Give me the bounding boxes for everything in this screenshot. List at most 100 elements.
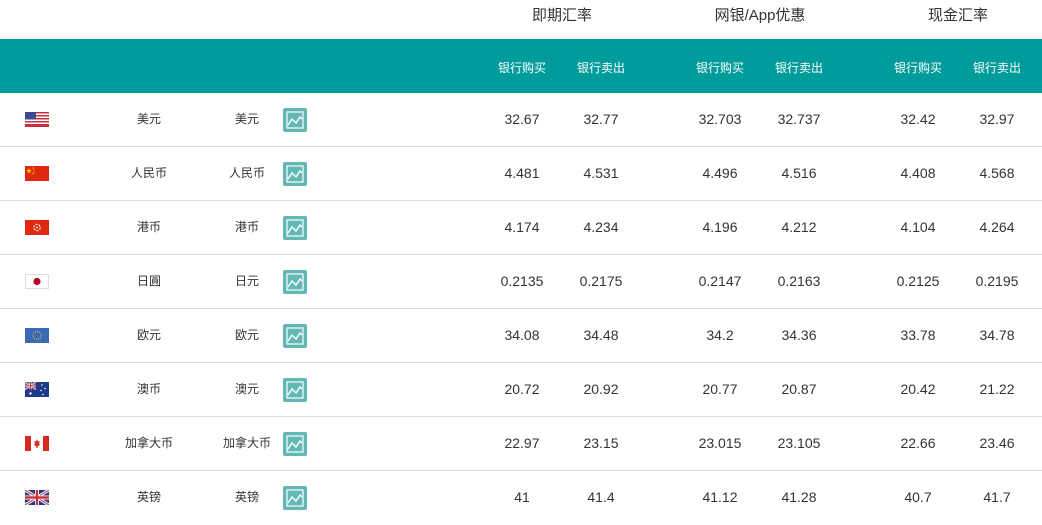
currency-alt-name: 欧元 bbox=[234, 328, 259, 342]
trend-chart-icon[interactable] bbox=[283, 378, 307, 402]
online-buy-value: 0.2147 bbox=[698, 273, 742, 289]
spot-sell-value: 23.15 bbox=[583, 435, 619, 451]
trend-chart-icon[interactable] bbox=[283, 108, 307, 132]
trend-chart-icon[interactable] bbox=[283, 432, 307, 456]
online-buy-value: 34.2 bbox=[706, 327, 734, 343]
trend-chart-icon[interactable] bbox=[283, 486, 307, 510]
spot-sell-value: 4.531 bbox=[583, 165, 619, 181]
cash-buy-value: 32.42 bbox=[900, 111, 936, 127]
online-sell-value: 41.28 bbox=[781, 489, 817, 505]
spot-buy-value: 32.67 bbox=[504, 111, 540, 127]
spot-buy-value: 22.97 bbox=[504, 435, 540, 451]
online-buy-value: 23.015 bbox=[698, 435, 742, 451]
cash-sell-value: 32.97 bbox=[979, 111, 1015, 127]
cash-sell-value: 41.7 bbox=[983, 489, 1011, 505]
online-buy-value: 4.196 bbox=[702, 219, 738, 235]
cash-sell-value: 4.568 bbox=[979, 165, 1015, 181]
currency-alt-name: 日元 bbox=[234, 274, 259, 288]
online-buy-value: 32.703 bbox=[698, 111, 742, 127]
spot-buy-value: 34.08 bbox=[504, 327, 540, 343]
subheader-cash-sell: 银行卖出 bbox=[972, 61, 1021, 75]
currency-name: 美元 bbox=[136, 112, 161, 126]
spot-buy-value: 20.72 bbox=[504, 381, 540, 397]
online-sell-value: 20.87 bbox=[781, 381, 817, 397]
currency-row-usd: 美元 美元 32.67 32.77 32.703 32.737 32.42 32… bbox=[0, 93, 1042, 147]
currency-row-cad: 加拿大币 加拿大币 22.97 23.15 23.015 23.105 22.6… bbox=[0, 417, 1042, 471]
online-sell-value: 23.105 bbox=[777, 435, 821, 451]
hong-kong-flag-icon bbox=[25, 220, 49, 235]
currency-name: 英镑 bbox=[136, 490, 161, 504]
spot-sell-value: 34.48 bbox=[583, 327, 619, 343]
currency-alt-name: 英镑 bbox=[234, 490, 259, 504]
spot-sell-value: 41.4 bbox=[587, 489, 615, 505]
cash-sell-value: 21.22 bbox=[979, 381, 1015, 397]
currency-name: 加拿大币 bbox=[124, 436, 173, 450]
cash-buy-value: 40.7 bbox=[904, 489, 932, 505]
currency-row-gbp: 英镑 英镑 41 41.4 41.12 41.28 40.7 41.7 bbox=[0, 471, 1042, 525]
us-flag-icon bbox=[25, 112, 49, 127]
group-cash-rate: 现金汇率 bbox=[927, 7, 988, 24]
rate-group-header: 即期汇率 网银/App优惠 现金汇率 bbox=[0, 0, 1042, 39]
cash-buy-value: 4.408 bbox=[900, 165, 936, 181]
cash-buy-value: 22.66 bbox=[900, 435, 936, 451]
online-sell-value: 4.212 bbox=[781, 219, 817, 235]
currency-name: 港币 bbox=[136, 220, 161, 234]
cash-sell-value: 23.46 bbox=[979, 435, 1015, 451]
spot-buy-value: 41 bbox=[514, 489, 530, 505]
cash-buy-value: 0.2125 bbox=[896, 273, 940, 289]
currency-name: 人民币 bbox=[130, 166, 167, 180]
cash-sell-value: 34.78 bbox=[979, 327, 1015, 343]
currency-rows: 美元 美元 32.67 32.77 32.703 32.737 32.42 32… bbox=[0, 93, 1042, 525]
trend-chart-icon[interactable] bbox=[283, 324, 307, 348]
online-buy-value: 41.12 bbox=[702, 489, 738, 505]
currency-row-eur: 欧元 欧元 34.08 34.48 34.2 34.36 33.78 34.78 bbox=[0, 309, 1042, 363]
spot-buy-value: 4.174 bbox=[504, 219, 540, 235]
currency-name: 澳币 bbox=[136, 382, 161, 396]
subheader-spot-buy: 银行购买 bbox=[497, 61, 546, 75]
spot-sell-value: 4.234 bbox=[583, 219, 619, 235]
currency-alt-name: 港币 bbox=[234, 220, 259, 234]
online-sell-value: 32.737 bbox=[777, 111, 821, 127]
online-buy-value: 4.496 bbox=[702, 165, 738, 181]
online-sell-value: 0.2163 bbox=[777, 273, 821, 289]
cash-buy-value: 20.42 bbox=[900, 381, 936, 397]
currency-row-hkd: 港币 港币 4.174 4.234 4.196 4.212 4.104 4.26… bbox=[0, 201, 1042, 255]
spot-sell-value: 32.77 bbox=[583, 111, 619, 127]
online-buy-value: 20.77 bbox=[702, 381, 738, 397]
japan-flag-icon bbox=[25, 274, 49, 289]
online-sell-value: 4.516 bbox=[781, 165, 817, 181]
currency-name: 日圓 bbox=[136, 274, 161, 288]
china-flag-icon bbox=[25, 166, 49, 181]
subheader-online-sell: 银行卖出 bbox=[774, 61, 823, 75]
australia-flag-icon bbox=[25, 382, 49, 397]
spot-buy-value: 0.2135 bbox=[500, 273, 544, 289]
canada-flag-icon bbox=[25, 436, 49, 451]
eu-flag-icon bbox=[25, 328, 49, 343]
currency-row-aud: 澳币 澳元 20.72 20.92 20.77 20.87 20.42 21.2… bbox=[0, 363, 1042, 417]
currency-row-cny: 人民币 人民币 4.481 4.531 4.496 4.516 4.408 4.… bbox=[0, 147, 1042, 201]
currency-alt-name: 澳元 bbox=[234, 382, 259, 396]
spot-sell-value: 20.92 bbox=[583, 381, 619, 397]
cash-sell-value: 0.2195 bbox=[975, 273, 1019, 289]
rate-subheader-bar: 银行购买 银行卖出 银行购买 银行卖出 银行购买 银行卖出 bbox=[0, 39, 1042, 93]
trend-chart-icon[interactable] bbox=[283, 216, 307, 240]
subheader-cash-buy: 银行购买 bbox=[893, 61, 942, 75]
cash-sell-value: 4.264 bbox=[979, 219, 1015, 235]
spot-sell-value: 0.2175 bbox=[579, 273, 623, 289]
uk-flag-icon bbox=[25, 490, 49, 505]
cash-buy-value: 33.78 bbox=[900, 327, 936, 343]
trend-chart-icon[interactable] bbox=[283, 270, 307, 294]
currency-alt-name: 美元 bbox=[234, 112, 259, 126]
currency-alt-name: 人民币 bbox=[228, 166, 265, 180]
online-sell-value: 34.36 bbox=[781, 327, 817, 343]
currency-row-jpy: 日圓 日元 0.2135 0.2175 0.2147 0.2163 0.2125… bbox=[0, 255, 1042, 309]
spot-buy-value: 4.481 bbox=[504, 165, 540, 181]
cash-buy-value: 4.104 bbox=[900, 219, 936, 235]
currency-alt-name: 加拿大币 bbox=[222, 436, 271, 450]
exchange-rate-table: 即期汇率 网银/App优惠 现金汇率 银行购买 银行卖出 银行购买 银行卖出 银… bbox=[0, 0, 1042, 514]
subheader-online-buy: 银行购买 bbox=[695, 61, 744, 75]
group-online-app-rate: 网银/App优惠 bbox=[714, 7, 806, 24]
group-spot-rate: 即期汇率 bbox=[531, 7, 592, 24]
subheader-spot-sell: 银行卖出 bbox=[576, 61, 625, 75]
trend-chart-icon[interactable] bbox=[283, 162, 307, 186]
